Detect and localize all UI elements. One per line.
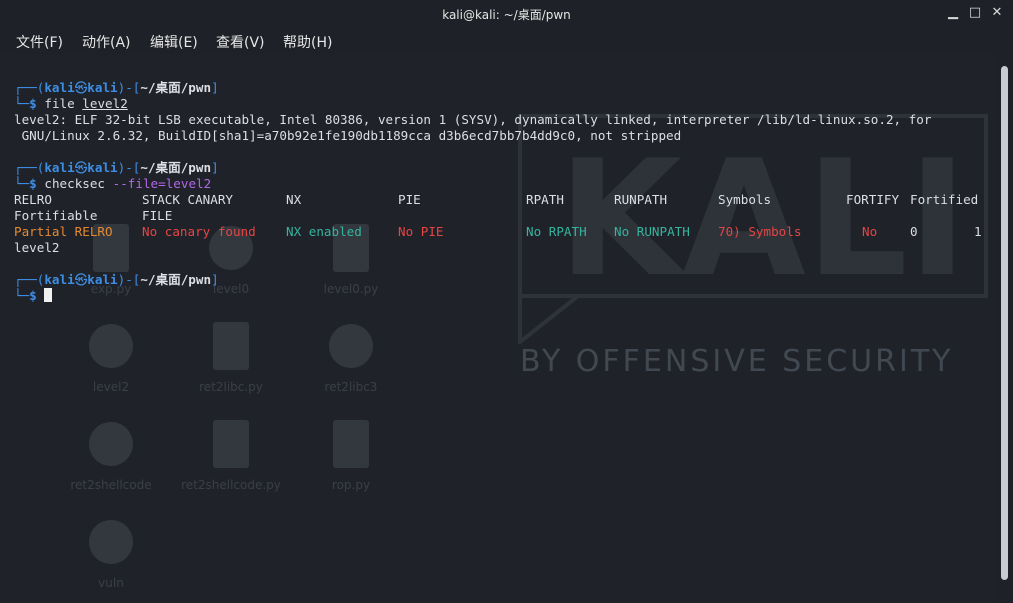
checksec-header-row: RELRO STACK CANARY NX PIE RPATH RUNPATH … [14, 192, 979, 207]
desktop-icon: ret2shellcode [56, 418, 166, 492]
desktop-icon: ret2shellcode.py [176, 418, 286, 492]
scrollbar-thumb[interactable] [1001, 66, 1008, 580]
menu-view[interactable]: 查看(V) [216, 32, 265, 52]
gear-icon [89, 422, 133, 466]
gear-icon [89, 520, 133, 564]
maximize-icon[interactable]: □ [966, 4, 984, 22]
desktop-icon: rop.py [296, 418, 406, 492]
kali-tagline: BY OFFENSIVE SECURITY [520, 344, 954, 379]
prompt-line: ┌──(kali㉿kali)-[~/桌面/pwn] [14, 160, 219, 175]
menu-help[interactable]: 帮助(H) [283, 32, 332, 52]
close-icon[interactable]: ✕ [988, 4, 1006, 22]
prompt-line: ┌──(kali㉿kali)-[~/桌面/pwn] [14, 80, 219, 95]
file-output-line: level2: ELF 32-bit LSB executable, Intel… [14, 112, 932, 127]
file-output-line: GNU/Linux 2.6.32, BuildID[sha1]=a70b92e1… [14, 128, 682, 143]
prompt-line: ┌──(kali㉿kali)-[~/桌面/pwn] [14, 272, 219, 287]
checksec-header-row2: Fortifiable FILE [14, 208, 173, 223]
gear-icon [89, 324, 133, 368]
checksec-file: level2 [14, 240, 60, 255]
python-file-icon [213, 420, 249, 468]
python-file-icon [213, 322, 249, 370]
terminal-window: kali@kali: ~/桌面/pwn ▁ □ ✕ 文件(F) 动作(A) 编辑… [0, 0, 1013, 603]
menu-file[interactable]: 文件(F) [16, 32, 63, 52]
python-file-icon [333, 420, 369, 468]
command-line: └─$ checksec --file=level2 [14, 176, 212, 191]
command-line[interactable]: └─$ [14, 288, 53, 304]
window-title: kali@kali: ~/桌面/pwn [442, 8, 571, 22]
menu-action[interactable]: 动作(A) [82, 32, 131, 52]
title-bar[interactable]: kali@kali: ~/桌面/pwn ▁ □ ✕ [0, 0, 1013, 29]
menu-bar: 文件(F) 动作(A) 编辑(E) 查看(V) 帮助(H) [0, 28, 1013, 54]
desktop-icon: ret2libc.py [176, 320, 286, 394]
desktop-icon: vuln [56, 516, 166, 590]
gear-icon [329, 324, 373, 368]
desktop-icon: level2 [56, 320, 166, 394]
menu-edit[interactable]: 编辑(E) [150, 32, 198, 52]
minimize-icon[interactable]: ▁ [944, 4, 962, 22]
text-cursor [44, 288, 53, 302]
checksec-values-row: Partial RELRO No canary found NX enabled… [14, 224, 982, 239]
desktop-icon: ret2libc3 [296, 320, 406, 394]
command-line: └─$ file level2 [14, 96, 128, 111]
